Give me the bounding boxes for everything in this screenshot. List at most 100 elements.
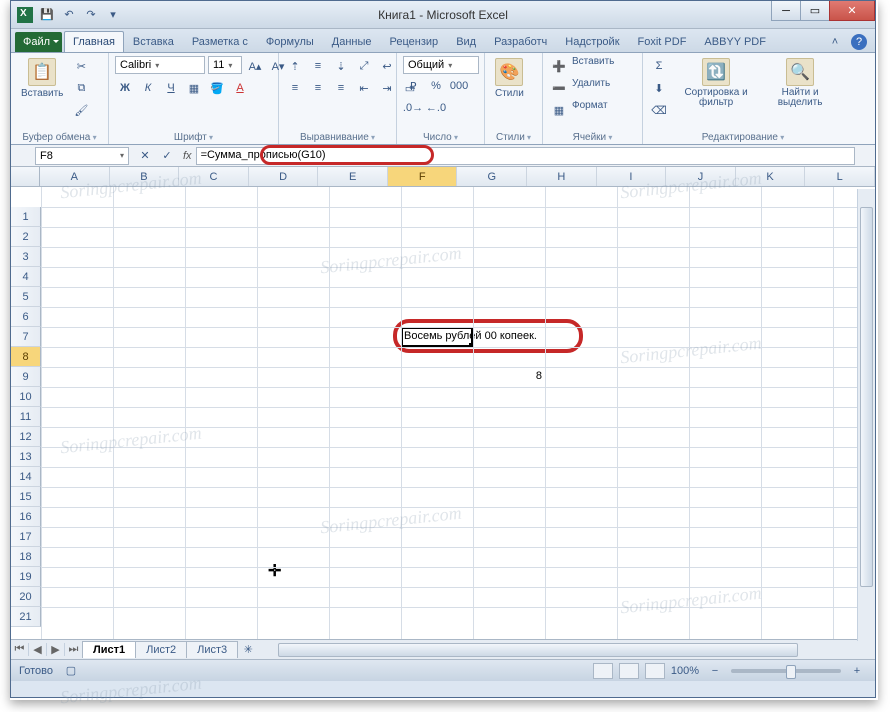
- increase-font-icon[interactable]: A▴: [245, 56, 265, 76]
- dec-decimal-icon[interactable]: ←.0: [426, 98, 446, 118]
- fx-icon[interactable]: fx: [183, 150, 192, 162]
- row-header-16[interactable]: 16: [11, 507, 41, 527]
- zoom-out-icon[interactable]: −: [705, 661, 725, 681]
- sort-filter-button[interactable]: 🔃 Сортировка и фильтр: [673, 56, 759, 110]
- column-header-I[interactable]: I: [597, 167, 667, 186]
- clear-icon[interactable]: ⌫: [649, 100, 669, 120]
- row-header-5[interactable]: 5: [11, 287, 41, 307]
- italic-icon[interactable]: К: [138, 78, 158, 98]
- minimize-button[interactable]: ─: [771, 1, 801, 21]
- fill-color-icon[interactable]: 🪣: [207, 78, 227, 98]
- indent-inc-icon[interactable]: ⇥: [377, 78, 397, 98]
- cells-delete-button[interactable]: ➖Удалить: [549, 78, 610, 98]
- row-header-14[interactable]: 14: [11, 467, 41, 487]
- column-header-B[interactable]: B: [110, 167, 180, 186]
- number-format-select[interactable]: Общий: [403, 56, 479, 74]
- row-header-11[interactable]: 11: [11, 407, 41, 427]
- row-header-10[interactable]: 10: [11, 387, 41, 407]
- sheet-tab-1[interactable]: Лист1: [82, 641, 136, 658]
- column-header-H[interactable]: H: [527, 167, 597, 186]
- qat-redo-icon[interactable]: ↷: [83, 7, 99, 23]
- qat-save-icon[interactable]: 💾: [39, 7, 55, 23]
- row-header-19[interactable]: 19: [11, 567, 41, 587]
- view-normal-icon[interactable]: [593, 663, 613, 679]
- percent-icon[interactable]: %: [426, 76, 446, 96]
- format-painter-icon[interactable]: 🖌: [71, 100, 91, 120]
- copy-icon[interactable]: ⧉: [71, 78, 91, 98]
- row-header-12[interactable]: 12: [11, 427, 41, 447]
- column-header-D[interactable]: D: [249, 167, 319, 186]
- paste-button[interactable]: 📋 Вставить: [17, 56, 67, 101]
- currency-icon[interactable]: ₽: [403, 76, 423, 96]
- vertical-scrollbar[interactable]: [857, 189, 875, 641]
- autosum-icon[interactable]: Σ: [649, 56, 669, 76]
- row-header-15[interactable]: 15: [11, 487, 41, 507]
- indent-dec-icon[interactable]: ⇤: [354, 78, 374, 98]
- tab-view[interactable]: Вид: [447, 31, 485, 52]
- row-header-18[interactable]: 18: [11, 547, 41, 567]
- column-header-C[interactable]: C: [179, 167, 249, 186]
- formula-input[interactable]: =Сумма_прописью(G10): [196, 147, 855, 165]
- tab-data[interactable]: Данные: [323, 31, 381, 52]
- font-color-icon[interactable]: A: [230, 78, 250, 98]
- column-header-E[interactable]: E: [318, 167, 388, 186]
- sheet-nav-prev-icon[interactable]: ◀: [29, 643, 47, 656]
- tab-formulas[interactable]: Формулы: [257, 31, 323, 52]
- column-header-G[interactable]: G: [457, 167, 527, 186]
- row-header-13[interactable]: 13: [11, 447, 41, 467]
- font-size-select[interactable]: 11: [208, 56, 242, 74]
- tab-insert[interactable]: Вставка: [124, 31, 183, 52]
- align-left-icon[interactable]: ≡: [285, 78, 305, 98]
- find-select-button[interactable]: 🔍 Найти и выделить: [763, 56, 837, 110]
- align-right-icon[interactable]: ≡: [331, 78, 351, 98]
- row-header-9[interactable]: 9: [11, 367, 41, 387]
- sheet-nav-last-icon[interactable]: ⏭: [65, 643, 83, 656]
- row-header-7[interactable]: 7: [11, 327, 41, 347]
- row-header-8[interactable]: 8: [11, 347, 41, 367]
- column-header-J[interactable]: J: [666, 167, 736, 186]
- worksheet-grid[interactable]: ABCDEFGHIJKL 123456789101112131415161718…: [11, 167, 875, 639]
- row-header-4[interactable]: 4: [11, 267, 41, 287]
- qat-customize-icon[interactable]: ▾: [105, 7, 121, 23]
- orientation-icon[interactable]: ⤢: [354, 56, 374, 76]
- cut-icon[interactable]: ✂: [71, 56, 91, 76]
- fill-icon[interactable]: ⬇: [649, 78, 669, 98]
- row-header-3[interactable]: 3: [11, 247, 41, 267]
- close-button[interactable]: ✕: [829, 1, 875, 21]
- styles-button[interactable]: 🎨 Стили: [491, 56, 528, 101]
- new-sheet-icon[interactable]: ✳: [238, 640, 258, 660]
- comma-icon[interactable]: 000: [449, 76, 469, 96]
- ribbon-minimize-icon[interactable]: ˄: [825, 32, 845, 52]
- align-center-icon[interactable]: ≡: [308, 78, 328, 98]
- row-header-21[interactable]: 21: [11, 607, 41, 627]
- zoom-in-icon[interactable]: +: [847, 661, 867, 681]
- wrap-text-icon[interactable]: ↩: [377, 56, 397, 76]
- maximize-button[interactable]: ▭: [800, 1, 830, 21]
- align-bottom-icon[interactable]: ⇣: [331, 56, 351, 76]
- tab-review[interactable]: Рецензир: [381, 31, 448, 52]
- align-top-icon[interactable]: ⇡: [285, 56, 305, 76]
- border-icon[interactable]: ▦: [184, 78, 204, 98]
- enter-formula-icon[interactable]: ✓: [157, 146, 177, 166]
- sheet-tab-2[interactable]: Лист2: [135, 641, 187, 658]
- cells-format-button[interactable]: ▦Формат: [549, 100, 608, 120]
- tab-developer[interactable]: Разработч: [485, 31, 556, 52]
- tab-home[interactable]: Главная: [64, 31, 124, 52]
- row-header-2[interactable]: 2: [11, 227, 41, 247]
- row-header-6[interactable]: 6: [11, 307, 41, 327]
- tab-page-layout[interactable]: Разметка с: [183, 31, 257, 52]
- qat-undo-icon[interactable]: ↶: [61, 7, 77, 23]
- row-header-1[interactable]: 1: [11, 207, 41, 227]
- inc-decimal-icon[interactable]: .0→: [403, 98, 423, 118]
- zoom-slider[interactable]: [731, 669, 841, 673]
- tab-file[interactable]: Файл: [15, 32, 62, 52]
- bold-icon[interactable]: Ж: [115, 78, 135, 98]
- sheet-tab-3[interactable]: Лист3: [186, 641, 238, 658]
- tab-abbyy[interactable]: ABBYY PDF: [695, 31, 775, 52]
- tab-foxit[interactable]: Foxit PDF: [629, 31, 696, 52]
- row-header-20[interactable]: 20: [11, 587, 41, 607]
- column-header-L[interactable]: L: [805, 167, 875, 186]
- column-header-K[interactable]: K: [736, 167, 806, 186]
- underline-icon[interactable]: Ч: [161, 78, 181, 98]
- font-name-select[interactable]: Calibri: [115, 56, 205, 74]
